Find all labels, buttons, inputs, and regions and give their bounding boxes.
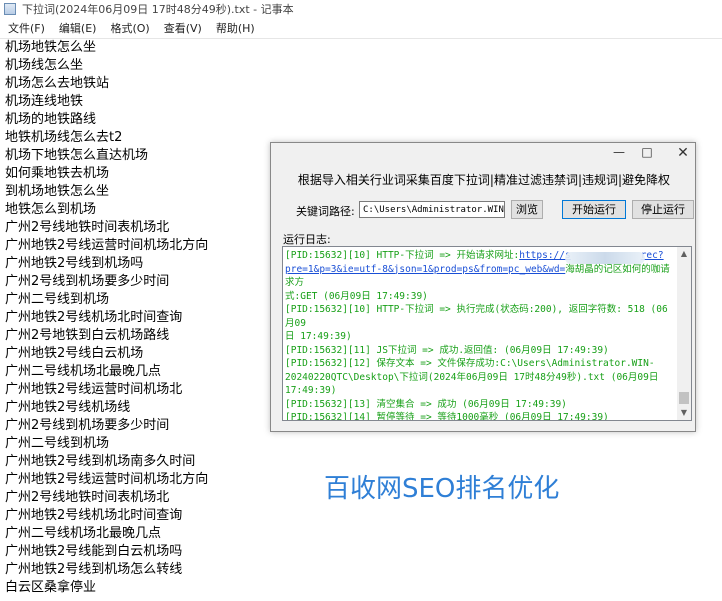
maximize-icon[interactable]: □	[633, 145, 661, 163]
notepad-icon	[4, 3, 16, 15]
keyword-path-input[interactable]: C:\Users\Administrator.WIN-2	[359, 201, 505, 218]
log-line: 20240220QTC\Desktop\下拉词(2024年06月09日 17时4…	[285, 371, 659, 383]
keyword-tool-dialog: — □ ✕ 根据导入相关行业词采集百度下拉词|精准过滤违禁词|违规词|避免降权 …	[270, 142, 696, 432]
log-line: [PID:15632][13] 清空集合 => 成功 (06月09日 17:49…	[285, 398, 567, 410]
log-line: [PID:15632][14] 暂停等待 => 等待1000毫秒 (06月09日…	[285, 412, 609, 421]
log-scrollbar[interactable]: ▲ ▼	[677, 247, 691, 420]
log-content: [PID:15632][10] HTTP-下拉词 => 开始请求网址:https…	[285, 249, 677, 421]
stop-button[interactable]: 停止运行	[632, 200, 694, 219]
text-line: 白云区桑拿停业	[5, 580, 97, 595]
menu-edit[interactable]: 编辑(E)	[59, 20, 97, 36]
text-line: 机场的地铁路线	[5, 112, 97, 127]
start-button[interactable]: 开始运行	[562, 200, 626, 219]
scroll-thumb[interactable]	[679, 392, 689, 404]
window-title: 下拉词(2024年06月09日 17时48分49秒).txt - 记事本	[22, 3, 294, 16]
log-line: [PID:15632][11] JS下拉词 => 成功.返回值: (06月09日…	[285, 344, 609, 356]
text-line: 广州地铁2号线能到白云机场吗	[5, 544, 183, 559]
minimize-icon[interactable]: —	[605, 145, 633, 163]
text-line: 广州二号线到机场	[5, 436, 110, 451]
watermark-text: 百收网SEO排名优化	[324, 474, 560, 504]
menu-view[interactable]: 查看(V)	[164, 20, 202, 36]
text-line: 机场线怎么坐	[5, 58, 84, 73]
log-label: 运行日志:	[283, 233, 331, 246]
log-line: 日 17:49:39)	[285, 331, 352, 342]
scroll-down-icon[interactable]: ▼	[677, 406, 691, 420]
log-line: 式:GET (06月09日 17:49:39)	[285, 290, 428, 302]
log-line: [PID:15632][10] HTTP-下拉词 => 执行完成(状态码:200…	[285, 304, 668, 329]
log-url[interactable]: https://s	[519, 250, 570, 261]
menu-format[interactable]: 格式(O)	[110, 20, 149, 36]
text-line: 广州地铁2号线机场北时间查询	[5, 508, 183, 523]
text-line: 广州二号线机场北最晚几点	[5, 526, 162, 541]
scroll-up-icon[interactable]: ▲	[677, 247, 691, 261]
log-line: pre=1&p=3&ie=utf-8&json=1&prod=ps&from=p…	[285, 263, 670, 289]
browse-button[interactable]: 浏览	[511, 200, 543, 219]
log-line: [PID:15632][12] 保存文本 => 文件保存成功:C:\Users\…	[285, 358, 655, 369]
blurred-region	[565, 252, 645, 264]
text-line: 广州地铁2号线到机场怎么转线	[5, 562, 183, 577]
notepad-titlebar: 下拉词(2024年06月09日 17时48分49秒).txt - 记事本	[0, 0, 722, 18]
log-url[interactable]: pre=1&p=3&ie=utf-8&json=1&prod=ps&from=p…	[285, 264, 565, 275]
text-line: 机场怎么去地铁站	[5, 76, 110, 91]
menu-file[interactable]: 文件(F)	[8, 20, 45, 36]
menu-bar: 文件(F) 编辑(E) 格式(O) 查看(V) 帮助(H)	[0, 18, 722, 38]
log-textbox[interactable]: [PID:15632][10] HTTP-下拉词 => 开始请求网址:https…	[282, 246, 692, 421]
menu-help[interactable]: 帮助(H)	[216, 20, 255, 36]
dialog-title: 根据导入相关行业词采集百度下拉词|精准过滤违禁词|违规词|避免降权	[297, 173, 671, 187]
keyword-path-label: 关键词路径:	[296, 205, 355, 218]
text-line: 机场连线地铁	[5, 94, 84, 109]
close-icon[interactable]: ✕	[669, 145, 697, 163]
text-line: 机场地铁怎么坐	[5, 40, 97, 55]
log-line: 17:49:39)	[285, 385, 337, 396]
